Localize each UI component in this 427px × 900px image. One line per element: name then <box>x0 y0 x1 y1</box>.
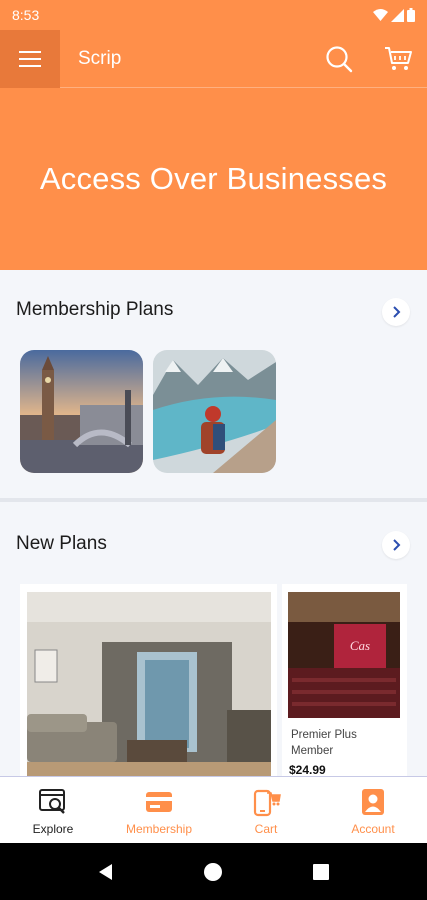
mountain-lake-hiker-photo <box>153 350 276 473</box>
account-icon <box>362 789 384 815</box>
nav-explore[interactable]: Explore <box>0 777 106 844</box>
app-bar: Scrip <box>0 30 427 88</box>
cart-button[interactable] <box>383 44 413 74</box>
bottom-nav: Explore Membership Cart Account <box>0 776 427 843</box>
hero-banner: Access Over Businesses <box>0 88 427 270</box>
search-button[interactable] <box>324 44 354 74</box>
recents-icon[interactable] <box>311 862 331 882</box>
back-icon[interactable] <box>96 862 116 882</box>
hamburger-menu-icon <box>19 51 41 67</box>
london-big-ben-photo <box>20 350 143 473</box>
new-plans-title: New Plans <box>16 533 107 554</box>
chevron-right-icon <box>393 539 401 551</box>
explore-icon <box>39 789 65 814</box>
new-plans-more-button[interactable] <box>382 531 410 559</box>
app-title: Scrip <box>78 48 122 69</box>
membership-plan-card[interactable] <box>153 350 276 473</box>
svg-text:Cas: Cas <box>350 638 370 653</box>
cart-icon <box>385 47 412 70</box>
membership-plans-title: Membership Plans <box>16 299 174 320</box>
signal-icon <box>391 8 404 22</box>
nav-cart[interactable]: Cart <box>213 777 319 844</box>
home-icon[interactable] <box>203 862 223 882</box>
wifi-icon <box>373 8 388 21</box>
cart-icon <box>253 789 281 817</box>
nav-label-account: Account <box>351 822 395 836</box>
battery-icon <box>407 8 415 22</box>
status-icons <box>373 8 415 22</box>
system-nav-bar <box>0 843 427 900</box>
membership-plan-card[interactable] <box>20 350 143 473</box>
membership-plans-more-button[interactable] <box>382 298 410 326</box>
nav-label-membership: Membership <box>125 822 193 836</box>
nav-membership[interactable]: Membership <box>106 777 212 844</box>
chevron-right-icon <box>393 306 401 318</box>
status-time: 8:53 <box>12 7 40 23</box>
plan-name: Premier Plus Member <box>291 729 357 757</box>
plan-price: $24.99 <box>289 763 326 777</box>
hero-text: Access Over Businesses <box>39 161 388 196</box>
living-room-photo <box>27 592 271 776</box>
nav-account[interactable]: Account <box>320 777 426 844</box>
status-bar: 8:53 <box>0 0 427 30</box>
membership-card-icon <box>146 792 172 812</box>
section-divider <box>0 498 427 502</box>
theater-photo: Cas <box>288 592 400 718</box>
nav-label-cart: Cart <box>254 822 278 836</box>
new-plan-card[interactable] <box>20 584 277 776</box>
menu-button[interactable] <box>0 30 60 88</box>
search-icon <box>326 46 353 73</box>
nav-label-explore: Explore <box>32 822 74 836</box>
